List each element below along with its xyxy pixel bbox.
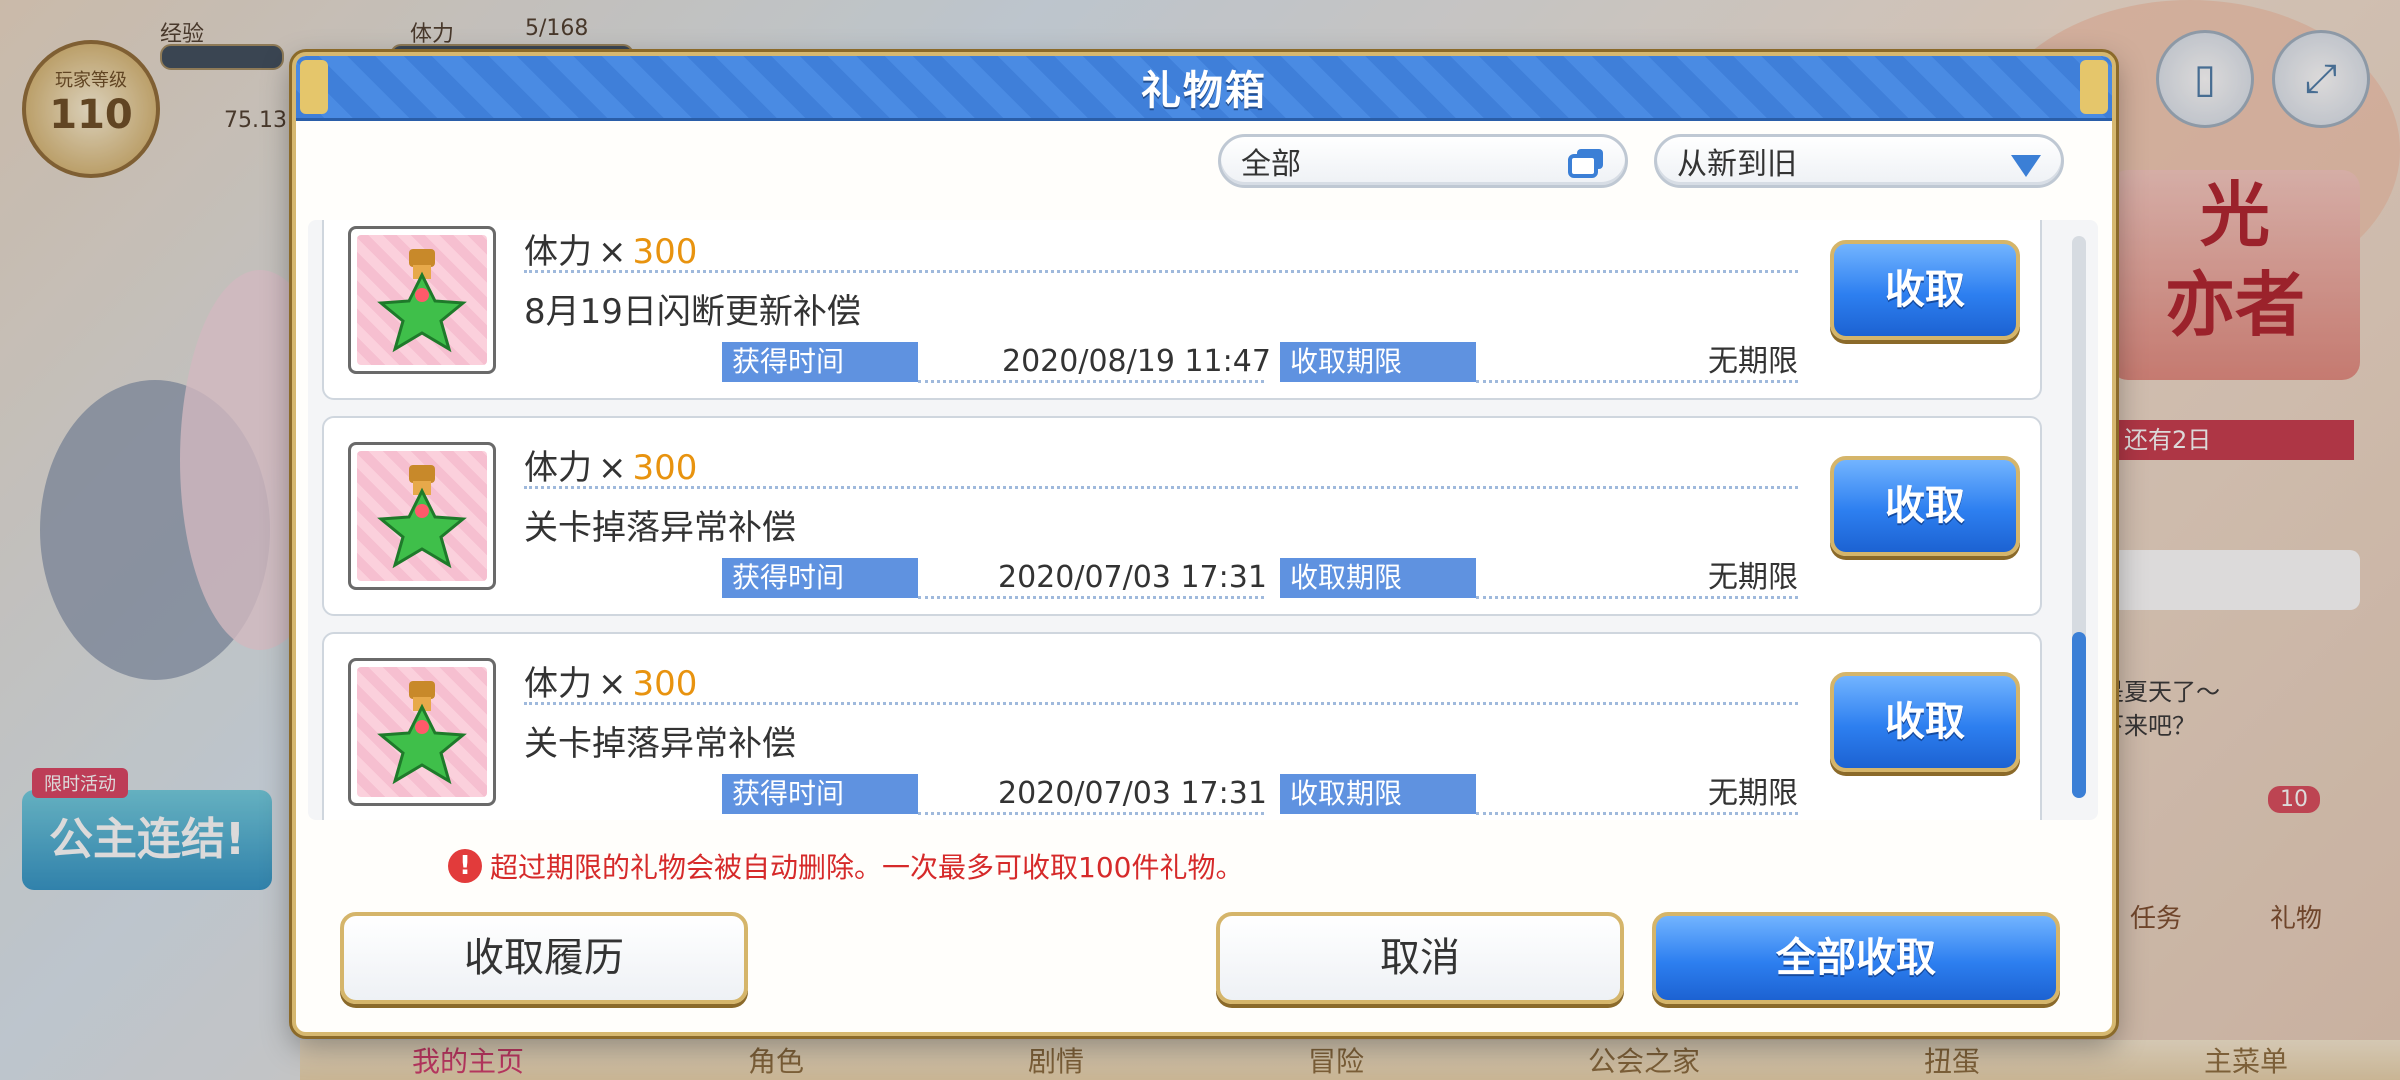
scrollbar[interactable] bbox=[2072, 236, 2086, 798]
stamina-potion-icon bbox=[377, 465, 467, 569]
divider bbox=[1476, 812, 1798, 815]
divider bbox=[918, 812, 1264, 815]
dialog-title: 礼物箱 bbox=[1141, 68, 1267, 114]
item-times: × bbox=[598, 664, 627, 704]
divider bbox=[1476, 596, 1798, 599]
item-icon-frame bbox=[348, 226, 496, 374]
expire-value: 无期限 bbox=[1708, 560, 1798, 595]
claim-all-button[interactable]: 全部收取 bbox=[1652, 912, 2060, 1004]
notice: ! 超过期限的礼物会被自动删除。一次最多可收取100件礼物。 bbox=[448, 846, 1243, 886]
gift-list[interactable]: 体力 × 300 8月19日闪断更新补偿 获得时间 2020/08/19 11:47… bbox=[308, 220, 2098, 820]
triangle-down-icon bbox=[2011, 155, 2041, 177]
expire-label: 收取期限 bbox=[1280, 558, 1476, 598]
gift-box-dialog: 礼物箱 全部 从新到旧 体力 × 300 8月19日闪断更新补偿 获得时间 20… bbox=[292, 52, 2116, 1036]
item-description: 关卡掉落异常补偿 bbox=[524, 508, 796, 548]
cancel-button[interactable]: 取消 bbox=[1216, 912, 1624, 1004]
obtained-time-value: 2020/07/03 17:31 bbox=[998, 776, 1267, 811]
header-ornament bbox=[300, 60, 328, 114]
divider bbox=[524, 486, 1798, 489]
item-times: × bbox=[598, 448, 627, 488]
gift-item: 体力 × 300 关卡掉落异常补偿 获得时间 2020/07/03 17:31 收取… bbox=[322, 632, 2042, 820]
divider bbox=[918, 596, 1264, 599]
divider bbox=[524, 270, 1798, 273]
stamina-potion-icon bbox=[377, 681, 467, 785]
claim-button[interactable]: 收取 bbox=[1830, 672, 2020, 772]
window-stack-icon bbox=[1568, 149, 1603, 178]
sort-label: 从新到旧 bbox=[1677, 147, 1797, 182]
item-name-text: 体力 bbox=[524, 232, 592, 272]
obtained-time-label: 获得时间 bbox=[722, 342, 918, 382]
item-quantity: 300 bbox=[632, 232, 698, 272]
item-meta: 获得时间 2020/08/19 11:47 收取期限 无期限 bbox=[722, 342, 1798, 383]
item-name-text: 体力 bbox=[524, 664, 592, 704]
dialog-header: 礼物箱 bbox=[296, 56, 2112, 121]
stamina-potion-icon bbox=[377, 249, 467, 353]
claim-button[interactable]: 收取 bbox=[1830, 456, 2020, 556]
exclamation-icon: ! bbox=[448, 849, 482, 883]
expire-label: 收取期限 bbox=[1280, 774, 1476, 814]
item-meta: 获得时间 2020/07/03 17:31 收取期限 无期限 bbox=[722, 774, 1798, 815]
filter-label: 全部 bbox=[1241, 147, 1301, 182]
obtained-time-value: 2020/07/03 17:31 bbox=[998, 560, 1267, 595]
item-description: 关卡掉落异常补偿 bbox=[524, 724, 796, 764]
sort-dropdown[interactable]: 从新到旧 bbox=[1654, 134, 2064, 188]
item-icon-frame bbox=[348, 658, 496, 806]
gift-item: 体力 × 300 8月19日闪断更新补偿 获得时间 2020/08/19 11:47… bbox=[322, 220, 2042, 400]
divider bbox=[1476, 380, 1798, 383]
scrollbar-thumb[interactable] bbox=[2072, 632, 2086, 798]
item-name: 体力 × 300 bbox=[524, 224, 697, 273]
item-meta: 获得时间 2020/07/03 17:31 收取期限 无期限 bbox=[722, 558, 1798, 599]
divider bbox=[524, 702, 1798, 705]
item-name: 体力 × 300 bbox=[524, 656, 697, 705]
item-description: 8月19日闪断更新补偿 bbox=[524, 292, 861, 332]
expire-value: 无期限 bbox=[1708, 344, 1798, 379]
item-quantity: 300 bbox=[632, 664, 698, 704]
claim-button[interactable]: 收取 bbox=[1830, 240, 2020, 340]
expire-label: 收取期限 bbox=[1280, 342, 1476, 382]
filter-dropdown[interactable]: 全部 bbox=[1218, 134, 1628, 188]
item-icon-frame bbox=[348, 442, 496, 590]
header-ornament bbox=[2080, 60, 2108, 114]
notice-text: 超过期限的礼物会被自动删除。一次最多可收取100件礼物。 bbox=[490, 851, 1244, 884]
gift-item: 体力 × 300 关卡掉落异常补偿 获得时间 2020/07/03 17:31 收取… bbox=[322, 416, 2042, 616]
obtained-time-label: 获得时间 bbox=[722, 774, 918, 814]
item-quantity: 300 bbox=[632, 448, 698, 488]
item-times: × bbox=[598, 232, 627, 272]
obtained-time-value: 2020/08/19 11:47 bbox=[1002, 344, 1271, 379]
item-name: 体力 × 300 bbox=[524, 440, 697, 489]
claim-history-button[interactable]: 收取履历 bbox=[340, 912, 748, 1004]
expire-value: 无期限 bbox=[1708, 776, 1798, 811]
obtained-time-label: 获得时间 bbox=[722, 558, 918, 598]
item-name-text: 体力 bbox=[524, 448, 592, 488]
divider bbox=[918, 380, 1264, 383]
